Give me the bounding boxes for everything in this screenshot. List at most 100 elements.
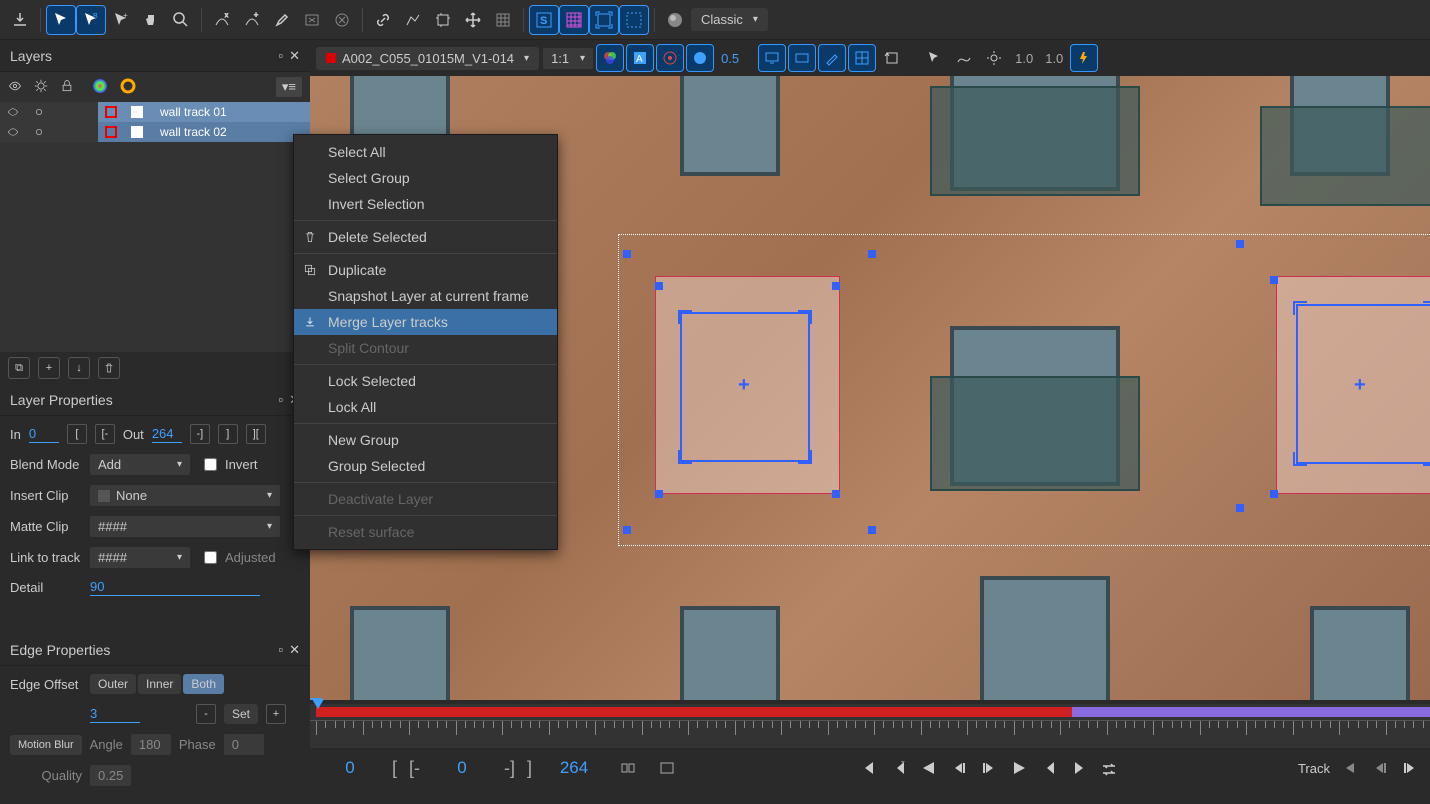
detail-field[interactable]: 90 [90, 578, 260, 596]
visibility-toggle[interactable] [0, 126, 26, 138]
zoom-select[interactable]: 1:1 [543, 48, 593, 69]
alpha-channel-button[interactable]: A [627, 45, 653, 71]
power-button[interactable] [1071, 45, 1097, 71]
edge-both-tab[interactable]: Both [183, 674, 224, 694]
grid-view-button[interactable] [849, 45, 875, 71]
track-backward-step-button[interactable] [1370, 758, 1390, 778]
contour-tool[interactable] [399, 6, 427, 34]
export-layer-button[interactable]: ↓ [68, 357, 90, 379]
panel-undock-icon[interactable]: ▫ [278, 48, 283, 64]
play-button[interactable] [1009, 758, 1029, 778]
visibility-icon[interactable] [8, 79, 22, 96]
gain-field[interactable]: 1.0 [1041, 51, 1067, 66]
menu-item-select-all[interactable]: Select All [294, 139, 557, 165]
step-forward-button[interactable] [979, 758, 999, 778]
prev-key-button[interactable]: T [889, 758, 909, 778]
angle-field[interactable]: 180 [131, 734, 171, 755]
pointer-tool[interactable] [47, 6, 75, 34]
panel-undock-icon[interactable]: ▫ [278, 392, 283, 408]
layer-menu-icon[interactable]: ▾≡ [276, 77, 302, 97]
menu-item-merge-layer-tracks[interactable]: Merge Layer tracks [294, 309, 557, 335]
clip-selector[interactable]: A002_C055_01015M_V1-014 [316, 47, 539, 70]
out-bracket[interactable]: ] [527, 758, 532, 779]
menu-item-snapshot-layer-at-current-frame[interactable]: Snapshot Layer at current frame [294, 283, 557, 309]
curve-mode-button[interactable] [951, 45, 977, 71]
out-reset[interactable]: -] [504, 758, 515, 779]
menu-item-select-group[interactable]: Select Group [294, 165, 557, 191]
insert-clip-select[interactable]: None [90, 485, 280, 506]
timeline-track[interactable] [310, 704, 1430, 720]
ball-icon[interactable] [661, 6, 689, 34]
track-backward-button[interactable] [1340, 758, 1360, 778]
in-reset[interactable]: [- [409, 758, 420, 779]
clip-button[interactable] [789, 45, 815, 71]
blend-mode-select[interactable]: Add [90, 454, 190, 475]
transform-tool[interactable] [429, 6, 457, 34]
in-bracket[interactable]: [ [392, 758, 397, 779]
spline-color-swatch[interactable] [105, 126, 117, 138]
add-point-tool[interactable]: + [107, 6, 135, 34]
lock-icon[interactable] [60, 79, 74, 96]
rotate-button[interactable] [879, 45, 905, 71]
brightness-button[interactable] [981, 45, 1007, 71]
adjusted-checkbox[interactable] [204, 551, 217, 564]
phase-field[interactable]: 0 [224, 734, 264, 755]
menu-item-delete-selected[interactable]: Delete Selected [294, 224, 557, 250]
rect-x-tool[interactable] [298, 6, 326, 34]
edge-set-button[interactable]: Set [224, 704, 258, 724]
workspace-dropdown[interactable]: Classic [691, 8, 768, 31]
layer-row-1[interactable]: wall track 01 [0, 102, 310, 122]
safe-mode-button[interactable] [620, 6, 648, 34]
track-center-2[interactable]: + [1354, 374, 1366, 397]
quality-field[interactable]: 0.25 [90, 765, 131, 786]
spline-x-tool[interactable]: x [208, 6, 236, 34]
play-reverse-button[interactable] [919, 758, 939, 778]
delete-layer-button[interactable] [98, 357, 120, 379]
visibility-toggle[interactable] [0, 106, 26, 118]
matte-color-swatch[interactable] [131, 106, 143, 118]
cursor-mode-button[interactable] [921, 45, 947, 71]
loop-button[interactable] [1099, 758, 1119, 778]
gamma-field[interactable]: 1.0 [1011, 51, 1037, 66]
spline-plus-tool[interactable]: + [238, 6, 266, 34]
menu-item-group-selected[interactable]: Group Selected [294, 453, 557, 479]
menu-item-new-group[interactable]: New Group [294, 427, 557, 453]
in-bracket-button[interactable]: [ [67, 424, 87, 444]
zoom-tool[interactable] [167, 6, 195, 34]
edge-inner-tab[interactable]: Inner [138, 674, 181, 694]
frame-end-field[interactable]: 264 [544, 758, 604, 778]
circle-x-tool[interactable] [328, 6, 356, 34]
monitor-button[interactable] [759, 45, 785, 71]
panel-close-icon[interactable]: ✕ [289, 642, 300, 658]
process-toggle[interactable] [26, 106, 52, 118]
brush-tool[interactable] [268, 6, 296, 34]
invert-checkbox[interactable] [204, 458, 217, 471]
motion-blur-button[interactable]: Motion Blur [10, 735, 82, 755]
process-icon[interactable] [34, 79, 48, 96]
link-track-select[interactable]: #### [90, 547, 190, 568]
menu-item-duplicate[interactable]: Duplicate [294, 257, 557, 283]
next-key-button[interactable] [1039, 758, 1059, 778]
fit-timeline-button[interactable] [654, 755, 680, 781]
spline-color-swatch[interactable] [105, 106, 117, 118]
move-tool[interactable] [459, 6, 487, 34]
frame-start-field[interactable]: 0 [320, 758, 380, 778]
edge-minus-button[interactable]: - [196, 704, 216, 724]
timeline-ruler[interactable] [310, 720, 1430, 748]
link-tool[interactable] [369, 6, 397, 34]
matte-button[interactable] [687, 45, 713, 71]
matte-color-swatch[interactable] [131, 126, 143, 138]
s-mode-button[interactable]: S [530, 6, 558, 34]
color-ring-icon[interactable] [120, 78, 136, 97]
edge-plus-button[interactable]: + [266, 704, 286, 724]
matte-clip-select[interactable]: #### [90, 516, 280, 537]
track-forward-step-button[interactable] [1400, 758, 1420, 778]
step-back-button[interactable] [949, 758, 969, 778]
menu-item-lock-all[interactable]: Lock All [294, 394, 557, 420]
bounds-mode-button[interactable] [590, 6, 618, 34]
grid-mode-button[interactable] [560, 6, 588, 34]
overlay-button[interactable] [657, 45, 683, 71]
pointer-b-tool[interactable]: B [77, 6, 105, 34]
in-reset-button[interactable]: [- [95, 424, 115, 444]
import-icon[interactable] [6, 6, 34, 34]
